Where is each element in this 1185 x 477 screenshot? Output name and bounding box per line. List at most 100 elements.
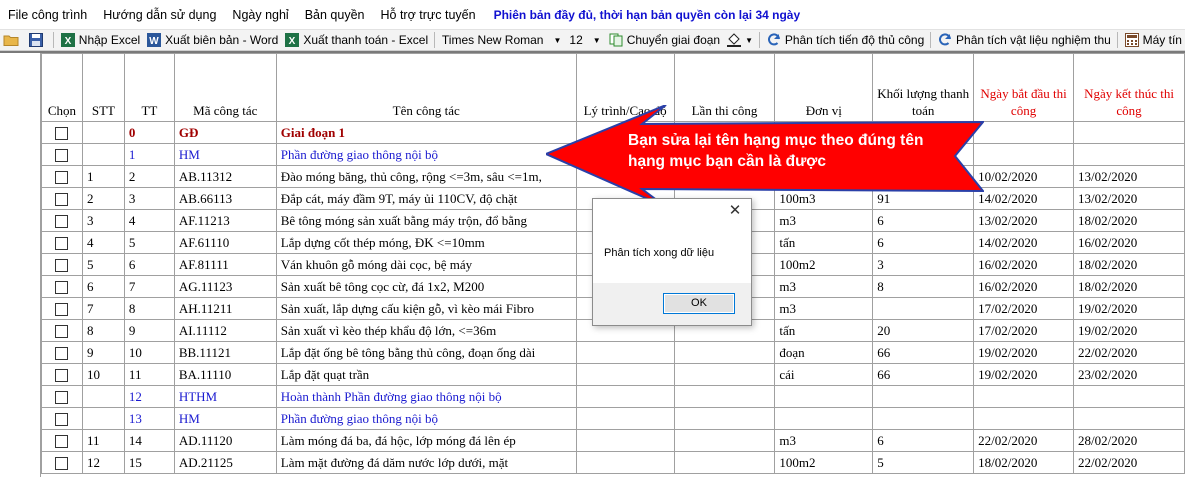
table-row[interactable]: 9 10 BB.11121 Lắp đặt ống bê tông bằng thủ … bbox=[41, 341, 1185, 364]
cell-ly-trinh[interactable] bbox=[575, 341, 675, 364]
cell-ma-cong-tac[interactable]: AF.81111 bbox=[173, 253, 277, 276]
cell-stt[interactable]: 10 bbox=[81, 363, 125, 386]
cell-stt[interactable]: 5 bbox=[81, 253, 125, 276]
cell-lan-thi-cong[interactable] bbox=[673, 429, 776, 452]
col-header-chon[interactable]: Chọn bbox=[41, 53, 83, 122]
change-stage-button[interactable]: Chuyển giai đoạn bbox=[605, 30, 723, 50]
cell-lan-thi-cong[interactable] bbox=[673, 385, 776, 408]
cell-ngay-bat-dau[interactable] bbox=[973, 407, 1075, 430]
select-checkbox[interactable] bbox=[41, 341, 83, 364]
cell-ngay-ket-thuc[interactable]: 16/02/2020 bbox=[1073, 231, 1185, 254]
select-checkbox[interactable] bbox=[41, 407, 83, 430]
checkbox[interactable] bbox=[55, 127, 69, 141]
select-checkbox[interactable] bbox=[41, 187, 83, 210]
font-name-select[interactable]: Times New Roman ▼ bbox=[438, 31, 566, 49]
cell-ma-cong-tac[interactable]: AB.66113 bbox=[173, 187, 277, 210]
select-checkbox[interactable] bbox=[41, 319, 83, 342]
cell-ten-cong-tac[interactable]: Sản xuất bê tông cọc cừ, đá 1x2, M200 bbox=[275, 275, 577, 298]
cell-ngay-bat-dau[interactable]: 10/02/2020 bbox=[973, 165, 1075, 188]
cell-don-vi[interactable]: m3 bbox=[774, 297, 874, 320]
font-size-select[interactable]: 12 ▼ bbox=[565, 31, 604, 49]
cell-khoi-luong[interactable]: 3 bbox=[872, 253, 975, 276]
ok-button[interactable]: OK bbox=[663, 293, 735, 314]
cell-don-vi[interactable] bbox=[774, 407, 874, 430]
checkbox[interactable] bbox=[55, 237, 69, 251]
cell-ngay-bat-dau[interactable]: 17/02/2020 bbox=[973, 319, 1075, 342]
cell-khoi-luong[interactable]: 66 bbox=[872, 341, 975, 364]
cell-stt[interactable] bbox=[81, 121, 125, 144]
cell-khoi-luong[interactable]: 8 bbox=[872, 275, 975, 298]
cell-stt[interactable]: 4 bbox=[81, 231, 125, 254]
cell-khoi-luong[interactable]: 66 bbox=[872, 363, 975, 386]
cell-ten-cong-tac[interactable]: Lắp dựng cốt thép móng, ĐK <=10mm bbox=[275, 231, 577, 254]
table-row[interactable]: 10 11 BA.11110 Lắp đặt quạt trần cái 66 19/02/… bbox=[41, 363, 1185, 386]
cell-ten-cong-tac[interactable]: Ván khuôn gỗ móng dài cọc, bệ máy bbox=[275, 253, 577, 276]
cell-stt[interactable]: 3 bbox=[81, 209, 125, 232]
cell-ten-cong-tac[interactable]: Phần đường giao thông nội bộ bbox=[275, 143, 577, 166]
cell-ngay-ket-thuc[interactable]: 18/02/2020 bbox=[1073, 275, 1185, 298]
select-checkbox[interactable] bbox=[41, 231, 83, 254]
cell-ngay-bat-dau[interactable] bbox=[973, 385, 1075, 408]
cell-ten-cong-tac[interactable]: Lắp đặt quạt trần bbox=[275, 363, 577, 386]
machine-button[interactable]: Máy tín bbox=[1121, 30, 1185, 50]
col-header-tt[interactable]: TT bbox=[123, 53, 175, 122]
cell-ngay-ket-thuc[interactable]: 18/02/2020 bbox=[1073, 209, 1185, 232]
cell-khoi-luong[interactable]: 6 bbox=[872, 209, 975, 232]
cell-ngay-ket-thuc[interactable] bbox=[1073, 143, 1185, 166]
cell-stt[interactable]: 12 bbox=[81, 451, 125, 474]
cell-ma-cong-tac[interactable]: AD.11120 bbox=[173, 429, 277, 452]
cell-don-vi[interactable]: đoạn bbox=[774, 341, 874, 364]
cell-ma-cong-tac[interactable]: BB.11121 bbox=[173, 341, 277, 364]
select-checkbox[interactable] bbox=[41, 429, 83, 452]
cell-ten-cong-tac[interactable]: Phần đường giao thông nội bộ bbox=[275, 407, 577, 430]
cell-ma-cong-tac[interactable]: AF.11213 bbox=[173, 209, 277, 232]
export-payment-button[interactable]: X Xuất thanh toán - Excel bbox=[281, 30, 431, 50]
cell-ngay-bat-dau[interactable]: 14/02/2020 bbox=[973, 187, 1075, 210]
cell-tt[interactable]: 14 bbox=[123, 429, 175, 452]
cell-tt[interactable]: 3 bbox=[123, 187, 175, 210]
cell-don-vi[interactable]: tấn bbox=[774, 231, 874, 254]
cell-ly-trinh[interactable] bbox=[575, 407, 675, 430]
select-checkbox[interactable] bbox=[41, 165, 83, 188]
checkbox[interactable] bbox=[55, 149, 69, 163]
cell-ngay-ket-thuc[interactable] bbox=[1073, 385, 1185, 408]
cell-ten-cong-tac[interactable]: Hoàn thành Phần đường giao thông nội bộ bbox=[275, 385, 577, 408]
cell-stt[interactable]: 1 bbox=[81, 165, 125, 188]
cell-ngay-bat-dau[interactable]: 16/02/2020 bbox=[973, 253, 1075, 276]
cell-ngay-ket-thuc[interactable]: 22/02/2020 bbox=[1073, 341, 1185, 364]
cell-tt[interactable]: 4 bbox=[123, 209, 175, 232]
cell-ngay-ket-thuc[interactable]: 28/02/2020 bbox=[1073, 429, 1185, 452]
cell-ngay-bat-dau[interactable]: 19/02/2020 bbox=[973, 341, 1075, 364]
cell-tt[interactable]: 8 bbox=[123, 297, 175, 320]
menu-license[interactable]: Bản quyền bbox=[297, 8, 373, 22]
cell-khoi-luong[interactable]: 5 bbox=[872, 451, 975, 474]
cell-ten-cong-tac[interactable]: Sản xuất, lắp dựng cấu kiện gỗ, vì kèo m… bbox=[275, 297, 577, 320]
checkbox[interactable] bbox=[55, 303, 69, 317]
cell-ly-trinh[interactable] bbox=[575, 385, 675, 408]
cell-tt[interactable]: 1 bbox=[123, 143, 175, 166]
select-checkbox[interactable] bbox=[41, 121, 83, 144]
cell-ten-cong-tac[interactable]: Bê tông móng sản xuất bằng máy trộn, đổ … bbox=[275, 209, 577, 232]
cell-khoi-luong[interactable] bbox=[872, 297, 975, 320]
cell-tt[interactable]: 0 bbox=[123, 121, 175, 144]
checkbox[interactable] bbox=[55, 457, 69, 471]
open-folder-button[interactable] bbox=[0, 30, 25, 50]
col-header-stt[interactable]: STT bbox=[81, 53, 125, 122]
close-icon[interactable]: ✕ bbox=[727, 203, 743, 219]
checkbox[interactable] bbox=[55, 215, 69, 229]
cell-tt[interactable]: 9 bbox=[123, 319, 175, 342]
cell-ngay-ket-thuc[interactable]: 13/02/2020 bbox=[1073, 187, 1185, 210]
cell-don-vi[interactable]: m3 bbox=[774, 209, 874, 232]
select-checkbox[interactable] bbox=[41, 363, 83, 386]
analyze-progress-button[interactable]: Phân tích tiến độ thủ công bbox=[763, 30, 927, 50]
select-checkbox[interactable] bbox=[41, 253, 83, 276]
cell-ma-cong-tac[interactable]: AD.21125 bbox=[173, 451, 277, 474]
cell-ngay-bat-dau[interactable]: 14/02/2020 bbox=[973, 231, 1075, 254]
cell-lan-thi-cong[interactable] bbox=[673, 341, 776, 364]
cell-lan-thi-cong[interactable] bbox=[673, 407, 776, 430]
cell-tt[interactable]: 6 bbox=[123, 253, 175, 276]
table-row[interactable]: 12 HTHM Hoàn thành Phần đường giao thông n… bbox=[41, 385, 1185, 408]
cell-stt[interactable]: 8 bbox=[81, 319, 125, 342]
cell-tt[interactable]: 5 bbox=[123, 231, 175, 254]
cell-don-vi[interactable]: 100m2 bbox=[774, 451, 874, 474]
